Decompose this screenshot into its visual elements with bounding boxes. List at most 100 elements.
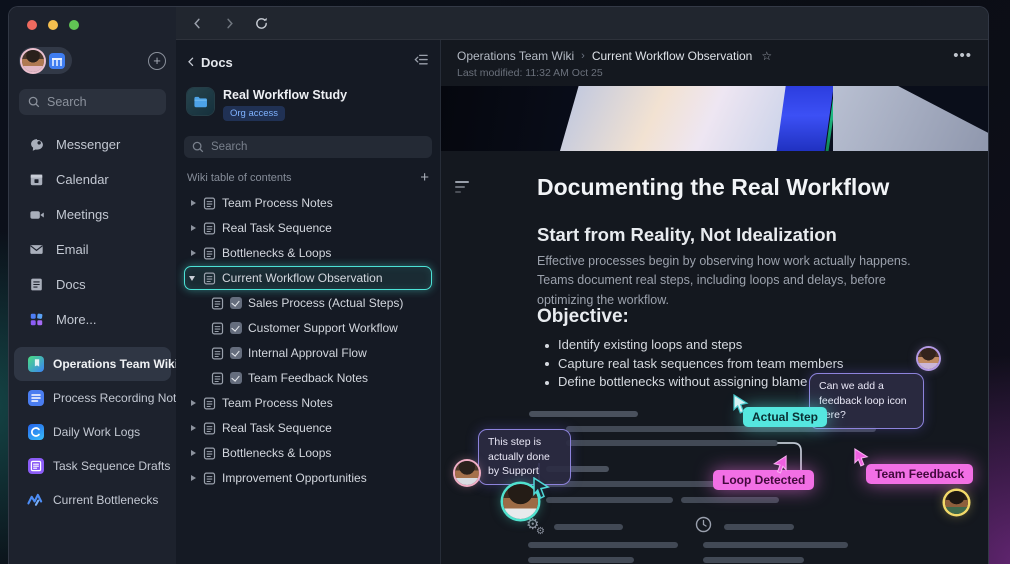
- more-menu-icon[interactable]: •••: [953, 52, 972, 60]
- chevron-right-icon[interactable]: [189, 249, 197, 257]
- skeleton-line: [724, 524, 794, 530]
- label-team-feedback[interactable]: Team Feedback: [866, 464, 973, 484]
- skeleton-line: [703, 557, 804, 563]
- tree-item-team-process-notes[interactable]: Team Process Notes: [184, 191, 432, 215]
- comment-bubble-support[interactable]: This step is actually done by Support: [478, 429, 571, 485]
- page-icon: [203, 397, 216, 410]
- workspace-item-label: Operations Team Wiki: [53, 357, 178, 371]
- objective-bullet: Define bottlenecks without assigning bla…: [541, 373, 843, 392]
- chevron-right-icon[interactable]: [189, 399, 197, 407]
- docs-panel: Docs Real Workflow Study Org access: [176, 40, 441, 564]
- sidebar-search[interactable]: [19, 89, 166, 115]
- collapse-panel-icon[interactable]: [414, 53, 429, 71]
- sidebar-item-email[interactable]: Email: [9, 232, 176, 267]
- page-icon: [211, 322, 224, 335]
- sidebar-item-docs[interactable]: Docs: [9, 267, 176, 302]
- chevron-right-icon[interactable]: [189, 474, 197, 482]
- tree-item-sales-process-actual-steps[interactable]: Sales Process (Actual Steps): [184, 291, 432, 315]
- document-title: Documenting the Real Workflow: [537, 174, 889, 201]
- tree-item-real-task-sequence[interactable]: Real Task Sequence: [184, 216, 432, 240]
- chevron-right-icon[interactable]: [189, 449, 197, 457]
- label-loop-detected[interactable]: Loop Detected: [713, 470, 814, 490]
- label-actual-step[interactable]: Actual Step: [743, 407, 827, 427]
- outline-icon[interactable]: [455, 181, 469, 196]
- gears-icon: ⚙⚙: [526, 517, 545, 537]
- docs-back-button[interactable]: Docs: [187, 55, 233, 70]
- add-workspace-button[interactable]: +: [148, 52, 166, 70]
- messenger-icon: [28, 136, 45, 153]
- refresh-icon[interactable]: [254, 16, 269, 31]
- objective-bullet: Identify existing loops and steps: [541, 336, 843, 355]
- tree-item-label: Improvement Opportunities: [222, 471, 367, 485]
- objective-heading: Objective:: [537, 306, 629, 328]
- cover-image: [441, 86, 988, 151]
- tree-item-bottlenecks-loops[interactable]: Bottlenecks & Loops: [184, 241, 432, 265]
- nav-forward-icon[interactable]: [222, 16, 237, 31]
- close-window-button[interactable]: [27, 20, 37, 30]
- sidebar-item-label: Messenger: [56, 137, 120, 152]
- folder-icon: [187, 88, 214, 115]
- calendar-badge-icon[interactable]: [49, 53, 65, 69]
- breadcrumb: Operations Team Wiki › Current Workflow …: [441, 40, 988, 79]
- workspace-item-operations-team-wiki[interactable]: Operations Team Wiki: [14, 347, 171, 381]
- tree-item-real-task-sequence[interactable]: Real Task Sequence: [184, 416, 432, 440]
- nav-back-icon[interactable]: [190, 16, 205, 31]
- workspace-item-current-bottlenecks[interactable]: Current Bottlenecks: [14, 483, 171, 517]
- tree-item-team-feedback-notes[interactable]: Team Feedback Notes: [184, 366, 432, 390]
- commenter-avatar[interactable]: [918, 348, 939, 369]
- checkbox-checked-icon[interactable]: [230, 297, 242, 309]
- tree-item-label: Team Process Notes: [222, 196, 333, 210]
- docs-back-label: Docs: [201, 55, 233, 70]
- wiki-search-input[interactable]: [211, 141, 424, 153]
- sidebar-search-input[interactable]: [47, 95, 157, 109]
- chevron-down-icon[interactable]: [189, 274, 197, 282]
- breadcrumb-current[interactable]: Current Workflow Observation: [592, 49, 753, 63]
- add-page-button[interactable]: +: [420, 172, 429, 184]
- sidebar-item-meetings[interactable]: Meetings: [9, 197, 176, 232]
- participant-avatar[interactable]: [455, 461, 479, 485]
- skeleton-line: [529, 411, 638, 417]
- minimize-window-button[interactable]: [48, 20, 58, 30]
- workspace-item-task-sequence-drafts[interactable]: Task Sequence Drafts: [14, 449, 171, 483]
- chevron-right-icon[interactable]: [189, 199, 197, 207]
- user-avatar[interactable]: [22, 50, 44, 72]
- tree-item-bottlenecks-loops[interactable]: Bottlenecks & Loops: [184, 441, 432, 465]
- org-access-badge: Org access: [223, 106, 285, 121]
- chevron-right-icon[interactable]: [189, 224, 197, 232]
- sidebar-item-more[interactable]: More...: [9, 302, 176, 337]
- window-controls: [27, 20, 79, 30]
- objective-bullet: Capture real task sequences from team me…: [541, 355, 843, 374]
- pink-cursor-icon: [771, 455, 788, 474]
- tree-item-team-process-notes[interactable]: Team Process Notes: [184, 391, 432, 415]
- account-switcher[interactable]: [19, 47, 72, 74]
- checkbox-checked-icon[interactable]: [230, 322, 242, 334]
- tree-item-label: Bottlenecks & Loops: [222, 446, 331, 460]
- breadcrumb-parent[interactable]: Operations Team Wiki: [457, 49, 574, 63]
- wiki-book-icon: [27, 356, 44, 373]
- wiki-search[interactable]: [184, 136, 432, 158]
- checkbox-checked-icon[interactable]: [230, 347, 242, 359]
- participant-avatar[interactable]: [945, 491, 968, 514]
- workspace-item-daily-work-logs[interactable]: Daily Work Logs: [14, 415, 171, 449]
- drafts-doc-icon: [27, 458, 44, 475]
- tree-item-label: Current Workflow Observation: [222, 271, 383, 285]
- tree-item-current-workflow-observation[interactable]: Current Workflow Observation: [184, 266, 432, 290]
- sidebar-item-messenger[interactable]: Messenger: [9, 127, 176, 162]
- page-icon: [203, 422, 216, 435]
- tree-item-customer-support-workflow[interactable]: Customer Support Workflow: [184, 316, 432, 340]
- last-modified: Last modified: 11:32 AM Oct 25: [457, 67, 972, 79]
- checkbox-checked-icon[interactable]: [230, 372, 242, 384]
- sidebar-nav: Messenger CalendarMeetingsEmailDocsMore..…: [9, 127, 176, 337]
- workspace-item-process-recording-notes[interactable]: Process Recording Notes: [14, 381, 171, 415]
- tree-item-improvement-opportunities[interactable]: Improvement Opportunities: [184, 466, 432, 490]
- maximize-window-button[interactable]: [69, 20, 79, 30]
- sidebar-item-calendar[interactable]: Calendar: [9, 162, 176, 197]
- page-icon: [211, 372, 224, 385]
- skeleton-line: [546, 497, 673, 503]
- teal-cursor-icon: [732, 394, 750, 414]
- chevron-right-icon[interactable]: [189, 424, 197, 432]
- wiki-folder-card[interactable]: Real Workflow Study Org access: [184, 88, 432, 121]
- sidebar: + Messenger CalendarMeetingsEmailDocsMore…: [9, 7, 176, 564]
- tree-item-internal-approval-flow[interactable]: Internal Approval Flow: [184, 341, 432, 365]
- star-icon[interactable]: ☆: [761, 49, 772, 63]
